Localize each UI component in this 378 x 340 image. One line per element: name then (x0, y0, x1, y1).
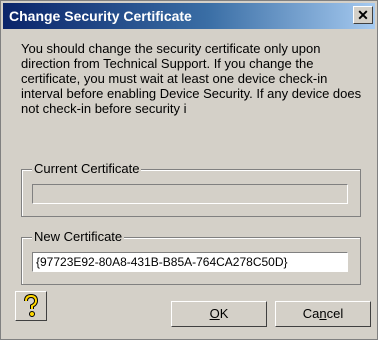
ok-mnemonic: O (209, 306, 220, 321)
current-certificate-group: Current Certificate (21, 161, 361, 217)
cancel-mnemonic: n (319, 306, 327, 321)
ok-label-rest: K (219, 306, 229, 321)
close-button[interactable]: ✕ (353, 6, 373, 24)
current-certificate-label: Current Certificate (32, 161, 142, 176)
close-icon: ✕ (357, 6, 369, 23)
new-certificate-label: New Certificate (32, 229, 125, 244)
warning-message: You should change the security certifica… (21, 41, 362, 116)
new-certificate-group: New Certificate {97723E92-80A8-431B-B85A… (21, 229, 361, 285)
ok-button[interactable]: OK (171, 301, 267, 327)
title-bar[interactable]: Change Security Certificate ✕ (3, 3, 375, 29)
change-security-certificate-dialog: Change Security Certificate ✕ You should… (0, 0, 378, 340)
help-button[interactable] (15, 291, 47, 321)
cancel-button[interactable]: Cancel (275, 301, 371, 327)
new-certificate-input[interactable]: {97723E92-80A8-431B-B85A-764CA278C50D} (32, 252, 348, 272)
current-certificate-field (32, 184, 348, 204)
window-title: Change Security Certificate (9, 8, 192, 24)
cancel-label-after: cel (326, 306, 344, 321)
help-icon (24, 294, 39, 317)
cancel-label-before: Ca (302, 306, 320, 321)
